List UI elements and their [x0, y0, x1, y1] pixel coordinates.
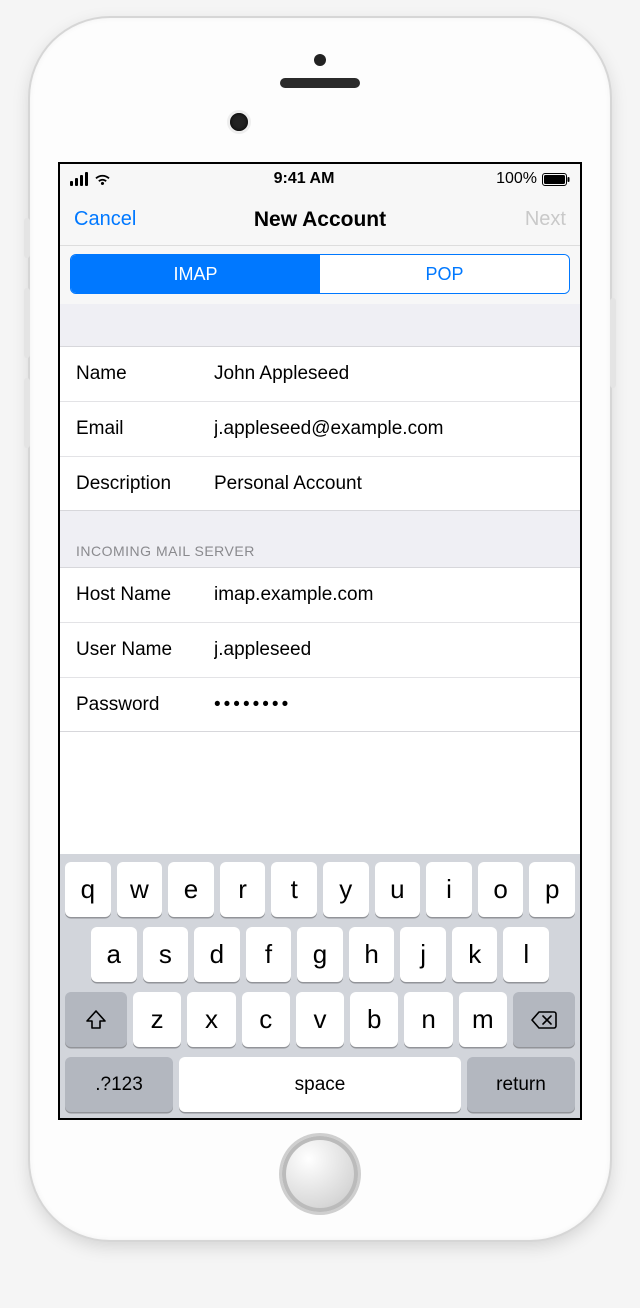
page-title: New Account [254, 208, 386, 232]
email-field[interactable] [214, 418, 564, 440]
iphone-device-frame: 9:41 AM 100% Cancel New Account Next IMA… [30, 18, 610, 1240]
shift-key[interactable] [65, 992, 127, 1047]
name-label: Name [76, 363, 214, 385]
key-t[interactable]: t [271, 862, 317, 917]
screen: 9:41 AM 100% Cancel New Account Next IMA… [58, 162, 582, 1120]
key-p[interactable]: p [529, 862, 575, 917]
key-u[interactable]: u [375, 862, 421, 917]
key-y[interactable]: y [323, 862, 369, 917]
kb-row-2: a s d f g h j k l [65, 927, 575, 982]
key-x[interactable]: x [187, 992, 235, 1047]
key-a[interactable]: a [91, 927, 137, 982]
status-bar: 9:41 AM 100% [60, 164, 580, 194]
onscreen-keyboard: q w e r t y u i o p a s d f g h j k l [60, 854, 580, 1118]
key-s[interactable]: s [143, 927, 189, 982]
key-b[interactable]: b [350, 992, 398, 1047]
description-field[interactable] [214, 473, 564, 495]
status-time: 9:41 AM [274, 170, 335, 188]
key-n[interactable]: n [404, 992, 452, 1047]
key-i[interactable]: i [426, 862, 472, 917]
cancel-button[interactable]: Cancel [74, 208, 174, 231]
numbers-key[interactable]: .?123 [65, 1057, 173, 1112]
key-q[interactable]: q [65, 862, 111, 917]
wifi-icon [93, 172, 112, 186]
segment-pop[interactable]: POP [320, 255, 569, 293]
password-field[interactable] [214, 694, 564, 716]
nav-bar: Cancel New Account Next [60, 194, 580, 246]
email-label: Email [76, 418, 214, 440]
front-camera [230, 113, 248, 131]
return-key[interactable]: return [467, 1057, 575, 1112]
description-label: Description [76, 473, 214, 495]
key-j[interactable]: j [400, 927, 446, 982]
home-button [282, 1136, 358, 1212]
volume-up-button [24, 288, 30, 358]
backspace-icon [530, 1009, 558, 1031]
backspace-key[interactable] [513, 992, 575, 1047]
key-d[interactable]: d [194, 927, 240, 982]
volume-down-button [24, 378, 30, 448]
segment-imap[interactable]: IMAP [71, 255, 320, 293]
key-h[interactable]: h [349, 927, 395, 982]
hostname-label: Host Name [76, 584, 214, 606]
battery-percentage: 100% [496, 170, 537, 188]
key-l[interactable]: l [503, 927, 549, 982]
kb-row-3: z x c v b n m [65, 992, 575, 1047]
space-key[interactable]: space [179, 1057, 461, 1112]
key-r[interactable]: r [220, 862, 266, 917]
username-field[interactable] [214, 639, 564, 661]
incoming-server-group: Host Name User Name Password [60, 567, 580, 732]
password-cell[interactable]: Password [60, 677, 580, 732]
incoming-header-gap: INCOMING MAIL SERVER [60, 511, 580, 567]
key-o[interactable]: o [478, 862, 524, 917]
key-c[interactable]: c [242, 992, 290, 1047]
section-gap [60, 304, 580, 346]
key-m[interactable]: m [459, 992, 507, 1047]
key-e[interactable]: e [168, 862, 214, 917]
key-g[interactable]: g [297, 927, 343, 982]
username-cell[interactable]: User Name [60, 622, 580, 677]
mute-switch [24, 218, 30, 258]
name-cell[interactable]: Name [60, 346, 580, 401]
hostname-cell[interactable]: Host Name [60, 567, 580, 622]
shift-icon [84, 1008, 108, 1032]
incoming-mail-server-header: INCOMING MAIL SERVER [76, 543, 255, 559]
key-f[interactable]: f [246, 927, 292, 982]
cell-signal-icon [70, 172, 88, 186]
email-cell[interactable]: Email [60, 401, 580, 456]
name-field[interactable] [214, 363, 564, 385]
kb-row-1: q w e r t y u i o p [65, 862, 575, 917]
username-label: User Name [76, 639, 214, 661]
key-w[interactable]: w [117, 862, 163, 917]
next-button[interactable]: Next [466, 208, 566, 231]
account-info-group: Name Email Description [60, 346, 580, 511]
password-label: Password [76, 694, 214, 716]
kb-row-4: .?123 space return [65, 1057, 575, 1112]
key-z[interactable]: z [133, 992, 181, 1047]
earpiece-speaker [280, 78, 360, 88]
proximity-sensor [314, 54, 326, 66]
account-type-segmented-wrap: IMAP POP [60, 246, 580, 304]
battery-icon [542, 173, 570, 186]
key-k[interactable]: k [452, 927, 498, 982]
power-button [610, 298, 616, 388]
hostname-field[interactable] [214, 584, 564, 606]
description-cell[interactable]: Description [60, 456, 580, 511]
account-type-segmented: IMAP POP [70, 254, 570, 294]
key-v[interactable]: v [296, 992, 344, 1047]
